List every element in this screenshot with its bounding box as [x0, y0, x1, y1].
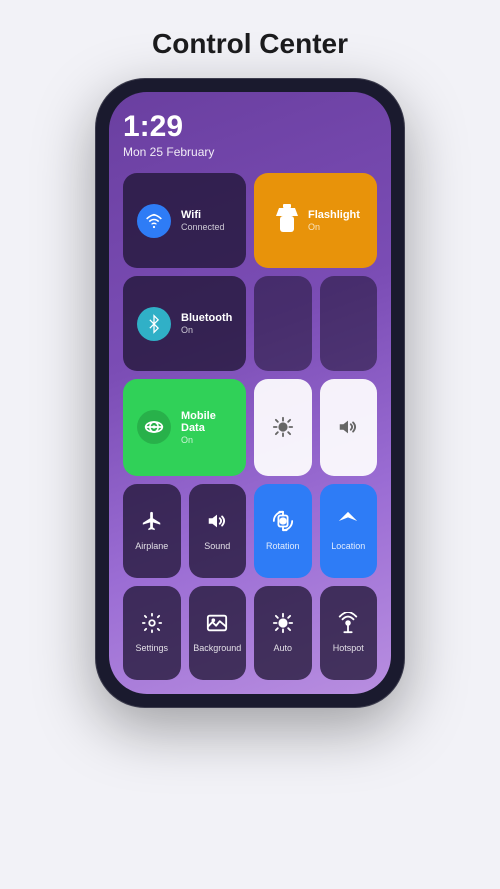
sound-label: Sound	[204, 541, 230, 551]
bluetooth-tile[interactable]: Bluetooth On	[123, 276, 246, 371]
hotspot-icon	[337, 612, 359, 639]
wifi-icon-circle	[137, 204, 171, 238]
airplane-label: Airplane	[135, 541, 168, 551]
controls-grid: Wifi Connected Flas	[123, 173, 377, 680]
auto-label: Auto	[273, 643, 292, 653]
wifi-label: Wifi	[181, 209, 225, 221]
location-label: Location	[331, 541, 365, 551]
hotspot-tile[interactable]: Hotspot	[320, 586, 378, 680]
flashlight-icon	[276, 204, 298, 237]
airplane-icon	[141, 510, 163, 537]
wifi-info: Wifi Connected	[181, 209, 225, 232]
bluetooth-icon-circle	[137, 307, 171, 341]
bluetooth-label: Bluetooth	[181, 312, 232, 324]
settings-tile[interactable]: Settings	[123, 586, 181, 680]
flashlight-tile[interactable]: Flashlight On	[254, 173, 377, 268]
wifi-sublabel: Connected	[181, 222, 225, 232]
rotation-icon	[272, 510, 294, 537]
volume-tile[interactable]	[320, 379, 378, 475]
mobile-icon-circle	[137, 410, 171, 444]
flashlight-sublabel: On	[308, 222, 360, 232]
phone-screen: 1:29 Mon 25 February Wifi Connect	[109, 92, 391, 694]
bluetooth-sublabel: On	[181, 325, 232, 335]
wifi-icon	[145, 212, 163, 230]
mobile-data-tile[interactable]: Mobile Data On	[123, 379, 246, 475]
date-display: Mon 25 February	[123, 145, 214, 159]
brightness-icon	[272, 416, 294, 438]
hotspot-label: Hotspot	[333, 643, 364, 653]
auto-tile[interactable]: Auto	[254, 586, 312, 680]
settings-label: Settings	[135, 643, 168, 653]
settings-icon	[141, 612, 163, 639]
sound-tile[interactable]: Sound	[189, 484, 247, 578]
sound-icon	[206, 510, 228, 537]
phone-frame: 1:29 Mon 25 February Wifi Connect	[95, 78, 405, 708]
bluetooth-icon	[146, 314, 162, 334]
status-bar: 1:29 Mon 25 February	[123, 112, 377, 159]
background-tile[interactable]: Background	[189, 586, 247, 680]
empty-tile-2	[320, 276, 378, 371]
brightness-tile[interactable]	[254, 379, 312, 475]
auto-icon	[272, 612, 294, 639]
time-display: 1:29	[123, 112, 214, 142]
airplane-tile[interactable]: Airplane	[123, 484, 181, 578]
page-title: Control Center	[152, 28, 348, 60]
bluetooth-info: Bluetooth On	[181, 312, 232, 335]
rotation-label: Rotation	[266, 541, 300, 551]
location-tile[interactable]: Location	[320, 484, 378, 578]
mobile-info: Mobile Data On	[181, 410, 232, 445]
location-icon	[337, 510, 359, 537]
flashlight-info: Flashlight On	[308, 209, 360, 232]
mobile-icon	[144, 418, 164, 436]
flashlight-label: Flashlight	[308, 209, 360, 221]
background-label: Background	[193, 643, 241, 653]
background-icon	[206, 612, 228, 639]
mobile-label: Mobile Data	[181, 410, 232, 434]
mobile-sublabel: On	[181, 435, 232, 445]
empty-tile-1	[254, 276, 312, 371]
wifi-tile[interactable]: Wifi Connected	[123, 173, 246, 268]
volume-icon	[337, 416, 359, 438]
rotation-tile[interactable]: Rotation	[254, 484, 312, 578]
